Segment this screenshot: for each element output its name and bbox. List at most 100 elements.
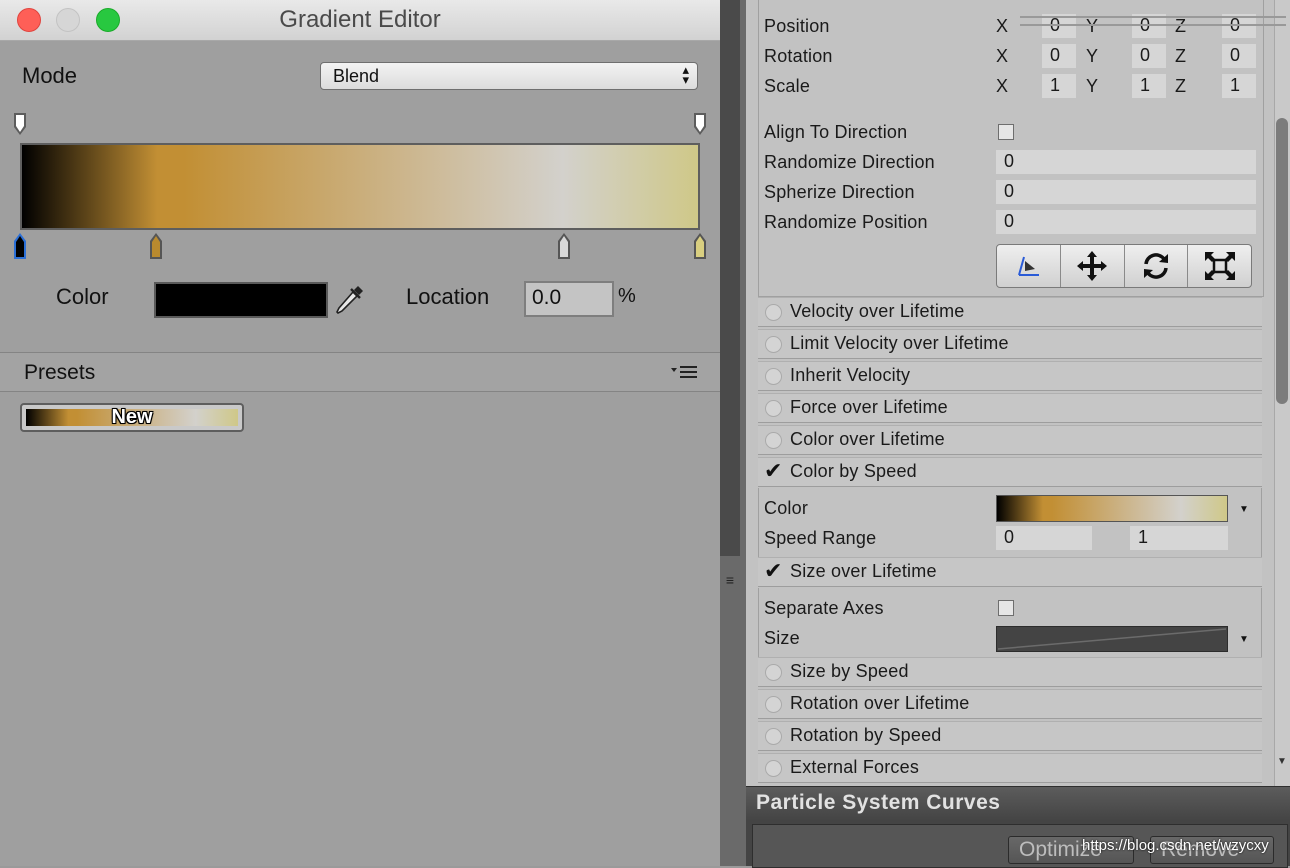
module-external-forces[interactable]: External Forces [758,753,1262,783]
color-key-marker-selected[interactable] [13,232,27,260]
module-label: Size over Lifetime [790,561,937,581]
gradient-preview-bar[interactable] [20,143,700,230]
speed-range-min-field[interactable]: 0 [996,526,1092,550]
module-toggle[interactable] [765,368,782,385]
module-rotation-over-lifetime[interactable]: Rotation over Lifetime [758,689,1262,719]
presets-label: Presets [24,361,96,384]
module-toggle[interactable] [765,696,782,713]
dropdown-arrow-icon[interactable]: ▼ [1239,504,1249,515]
module-label: Size by Speed [790,661,909,681]
dropdown-arrow-icon[interactable]: ▼ [1239,634,1249,645]
gradient-editor-window: Gradient Editor Mode Blend ▴ ▾ Color Loca… [0,0,720,866]
size-curve-field[interactable] [996,626,1228,652]
color-swatch[interactable] [154,282,328,318]
axis-y-label: Y [1086,46,1099,66]
eyedropper-icon[interactable] [334,283,366,317]
mode-value: Blend [333,66,380,86]
scale-label: Scale [764,76,811,96]
module-toggle[interactable] [765,336,782,353]
randomize-direction-field[interactable]: 0 [996,150,1256,174]
color-key-marker[interactable] [693,232,707,260]
axis-x-label: X [996,76,1009,96]
module-size-by-speed[interactable]: Size by Speed [758,657,1262,687]
shape-tool-buttons [996,244,1252,288]
randomize-direction-label: Randomize Direction [764,152,935,172]
checkmark-icon[interactable]: ✔ [764,458,782,484]
preset-swatch-new[interactable]: New [20,403,244,432]
location-label: Location [406,284,490,309]
module-toggle[interactable] [765,432,782,449]
scrollbar-thumb[interactable] [1276,118,1288,404]
color-label: Color [56,284,109,309]
alpha-key-marker[interactable] [693,112,707,136]
presets-menu-icon[interactable] [669,363,699,381]
module-toggle[interactable] [765,400,782,417]
axis-z-label: Z [1175,46,1186,66]
axis-y-label: Y [1086,76,1099,96]
module-label: Color by Speed [790,461,917,481]
speed-range-max-field[interactable]: 1 [1130,526,1228,550]
spherize-direction-field[interactable]: 0 [996,180,1256,204]
color-key-marker[interactable] [149,232,163,260]
particle-system-curves-header[interactable]: Particle System Curves [746,786,1290,821]
module-label: Limit Velocity over Lifetime [790,333,1009,353]
module-toggle[interactable] [765,760,782,777]
module-rotation-by-speed[interactable]: Rotation by Speed [758,721,1262,751]
module-color-by-speed[interactable]: ✔ Color by Speed [758,457,1262,487]
move-icon [1077,251,1108,281]
module-label: External Forces [790,757,920,777]
color-key-marker[interactable] [557,232,571,260]
mode-dropdown[interactable]: Blend ▴ ▾ [320,62,698,90]
rotation-y-field[interactable]: 0 [1132,44,1166,68]
curves-title: Particle System Curves [756,791,1001,814]
scale-x-field[interactable]: 1 [1042,74,1076,98]
drag-grip[interactable] [1020,16,1286,26]
module-velocity-over-lifetime[interactable]: Velocity over Lifetime [758,297,1262,327]
module-label: Inherit Velocity [790,365,911,385]
module-label: Velocity over Lifetime [790,301,965,321]
randomize-position-field[interactable]: 0 [996,210,1256,234]
axis-z-label: Z [1175,76,1186,96]
move-tool-button[interactable] [1061,245,1125,287]
axis-x-label: X [996,46,1009,66]
scale-tool-button[interactable] [1188,245,1251,287]
scale-icon [1204,252,1235,280]
separate-axes-label: Separate Axes [764,598,884,618]
speed-range-label: Speed Range [764,528,877,548]
scale-z-field[interactable]: 1 [1222,74,1256,98]
alpha-key-marker[interactable] [13,112,27,136]
checkmark-icon[interactable]: ✔ [764,558,782,584]
preset-label: New [111,406,153,428]
window-title: Gradient Editor [279,6,441,33]
module-limit-velocity-over-lifetime[interactable]: Limit Velocity over Lifetime [758,329,1262,359]
position-label: Position [764,16,830,36]
module-color-over-lifetime[interactable]: Color over Lifetime [758,425,1262,455]
module-toggle[interactable] [765,304,782,321]
rotation-z-field[interactable]: 0 [1222,44,1256,68]
resize-handle-icon[interactable]: ≡ [720,572,740,600]
rotation-x-field[interactable]: 0 [1042,44,1076,68]
module-label: Color over Lifetime [790,429,945,449]
randomize-position-label: Randomize Position [764,212,928,232]
color-gradient-field[interactable] [996,495,1228,522]
module-inherit-velocity[interactable]: Inherit Velocity [758,361,1262,391]
watermark-text: https://blog.csdn.net/wzycxy [1082,837,1269,854]
spherize-direction-label: Spherize Direction [764,182,915,202]
align-to-direction-checkbox[interactable] [998,124,1014,140]
scroll-down-arrow-icon[interactable]: ▼ [1276,756,1288,774]
module-label: Rotation over Lifetime [790,693,970,713]
separate-axes-checkbox[interactable] [998,600,1014,616]
module-toggle[interactable] [765,664,782,681]
percent-label: % [618,285,636,307]
shape-gizmo-button[interactable] [997,245,1061,287]
location-input[interactable]: 0.0 [524,281,614,317]
background-panel [720,0,740,556]
module-toggle[interactable] [765,728,782,745]
shape-gizmo-icon [1018,256,1040,276]
module-force-over-lifetime[interactable]: Force over Lifetime [758,393,1262,423]
rotate-icon [1143,253,1168,279]
scale-y-field[interactable]: 1 [1132,74,1166,98]
rotate-tool-button[interactable] [1125,245,1189,287]
align-to-direction-label: Align To Direction [764,122,908,142]
module-size-over-lifetime[interactable]: ✔ Size over Lifetime [758,557,1262,587]
